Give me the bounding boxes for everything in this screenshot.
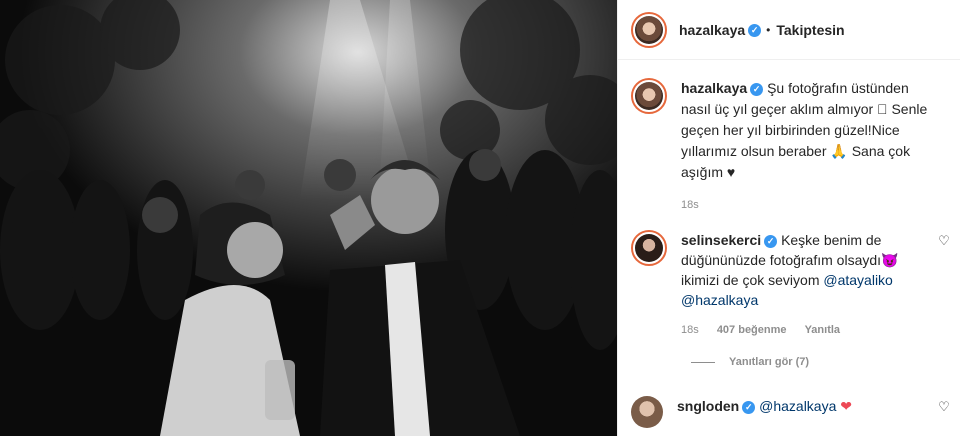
caption-timestamp[interactable]: 18s [681,195,936,216]
caption: hazalkaya ✓ Şu fotoğrafın üstünden nasıl … [631,78,951,216]
post-sidebar: hazalkaya ✓ • Takiptesin hazalkaya ✓ Şu fo… [617,0,960,436]
author-avatar[interactable] [631,11,667,48]
wedding-photo-illustration [0,0,617,436]
heart-outline-icon[interactable]: ♡ [937,234,951,248]
heart-outline-icon[interactable]: ♡ [937,400,951,414]
author-username[interactable]: hazalkaya ✓ [679,22,762,38]
view-replies-button[interactable]: Yanıtları gör (7) [691,356,809,368]
comment-item: sngloden ✓ @hazalkaya ❤ ♡ [631,396,951,428]
comment-meta: 18s 407 beğenme Yanıtla [681,320,939,340]
post-header: hazalkaya ✓ • Takiptesin [618,0,960,60]
header-separator: • [766,22,771,37]
mention-link[interactable]: @atayaliko [823,272,892,288]
commenter-avatar[interactable] [631,396,663,428]
verified-badge-icon: ✓ [750,82,764,96]
comment-likes[interactable]: 407 beğenme [717,324,787,336]
mention-link[interactable]: @hazalkaya [759,398,836,414]
comments-panel: hazalkaya ✓ Şu fotoğrafın üstünden nasıl … [618,60,960,436]
mention-link[interactable]: @hazalkaya [681,292,758,308]
red-heart-emoji: ❤ [840,398,853,414]
comment-username[interactable]: selinsekerci [681,232,761,248]
comment-timestamp[interactable]: 18s [681,324,699,336]
verified-badge-icon: ✓ [748,24,762,38]
replies-divider [691,361,715,363]
caption-avatar[interactable] [631,78,667,114]
comment-username[interactable]: sngloden [677,398,739,414]
caption-username[interactable]: hazalkaya [681,80,747,96]
verified-badge-icon: ✓ [742,400,756,414]
comment-item: selinsekerci ✓ Keşke benim de düğününüzde… [631,230,951,340]
follow-status-button[interactable]: Takiptesin [776,22,844,38]
instagram-post: hazalkaya ✓ • Takiptesin hazalkaya ✓ Şu fo… [0,0,960,436]
verified-badge-icon: ✓ [764,234,778,248]
post-photo[interactable] [0,0,617,436]
commenter-avatar[interactable] [631,230,667,266]
reply-button[interactable]: Yanıtla [805,324,840,336]
